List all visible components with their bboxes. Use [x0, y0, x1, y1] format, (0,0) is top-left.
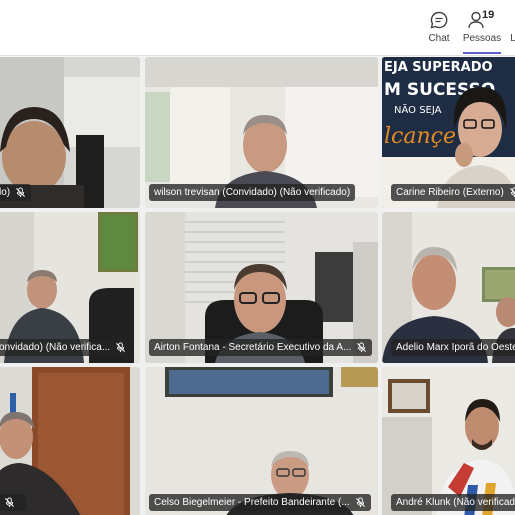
people-count: 19: [482, 9, 495, 21]
chat-label: Chat: [428, 33, 450, 44]
mic-muted-icon: [355, 497, 365, 508]
participant-name-bar: lo): [0, 184, 32, 201]
cut-label: L: [510, 33, 515, 44]
participant-name: lo): [0, 187, 11, 198]
video-tile[interactable]: EJA SUPERADO M SUCESSO NÃO SEJA lcançe C…: [382, 57, 515, 208]
video-gallery: lo) wilson trevisan (Convidado) (Não ver…: [0, 57, 515, 515]
participant-name-bar: Airton Fontana - Secretário Executivo da…: [149, 339, 373, 356]
video-tile[interactable]: onvidado) (Não verifica...: [0, 212, 140, 363]
mic-muted-icon: [116, 342, 126, 353]
mic-muted-icon: [16, 187, 26, 198]
participant-name-bar: wilson trevisan (Convidado) (Não verific…: [149, 184, 356, 201]
participant-name-bar: onvidado) (Não verifica...: [0, 339, 132, 356]
video-feed: [382, 367, 515, 515]
banner-line: EJA SUPERADO: [384, 60, 493, 75]
mic-muted-icon: [5, 497, 14, 508]
people-button[interactable]: 19 Pessoas: [462, 9, 502, 54]
video-tile[interactable]: Adelio Marx Iporã do Oeste (E: [382, 212, 515, 363]
participant-name-bar: Celso Biegelmeier - Prefeito Bandeirante…: [149, 494, 371, 511]
chat-bubble-icon: [430, 11, 448, 29]
mic-muted-icon: [509, 187, 515, 198]
participant-name: Carine Ribeiro (Externo): [396, 187, 504, 198]
participant-name: Airton Fontana - Secretário Executivo da…: [154, 342, 352, 353]
participant-name: Adelio Marx Iporã do Oeste (E: [396, 342, 515, 353]
meeting-toolbar: Chat 19 Pessoas L: [0, 0, 515, 56]
more-button-cut[interactable]: L: [508, 10, 515, 54]
chat-button[interactable]: Chat: [426, 10, 452, 54]
banner-line: NÃO SEJA: [394, 103, 442, 116]
participant-name-bar: Carine Ribeiro (Externo): [391, 184, 515, 201]
video-tile[interactable]: Celso Biegelmeier - Prefeito Bandeirante…: [145, 367, 378, 515]
video-tile[interactable]: lo): [0, 57, 140, 208]
participant-name-bar: [0, 494, 26, 511]
participant-name: André Klunk (Não verificado): [396, 497, 515, 508]
participant-name-bar: Adelio Marx Iporã do Oeste (E: [391, 339, 515, 356]
participant-name: onvidado) (Não verifica...: [0, 342, 111, 353]
video-tile[interactable]: Airton Fontana - Secretário Executivo da…: [145, 212, 378, 363]
video-tile[interactable]: wilson trevisan (Convidado) (Não verific…: [145, 57, 378, 208]
video-tile[interactable]: [0, 367, 140, 515]
banner-line: lcançe: [384, 124, 456, 149]
video-feed: [145, 367, 378, 515]
people-label: Pessoas: [462, 33, 502, 44]
mic-muted-icon: [357, 342, 367, 353]
participant-name-bar: André Klunk (Não verificado): [391, 494, 515, 511]
participant-name: wilson trevisan (Convidado) (Não verific…: [154, 187, 351, 198]
video-tile[interactable]: André Klunk (Não verificado): [382, 367, 515, 515]
participant-name: Celso Biegelmeier - Prefeito Bandeirante…: [154, 497, 350, 508]
video-feed: [0, 367, 140, 515]
